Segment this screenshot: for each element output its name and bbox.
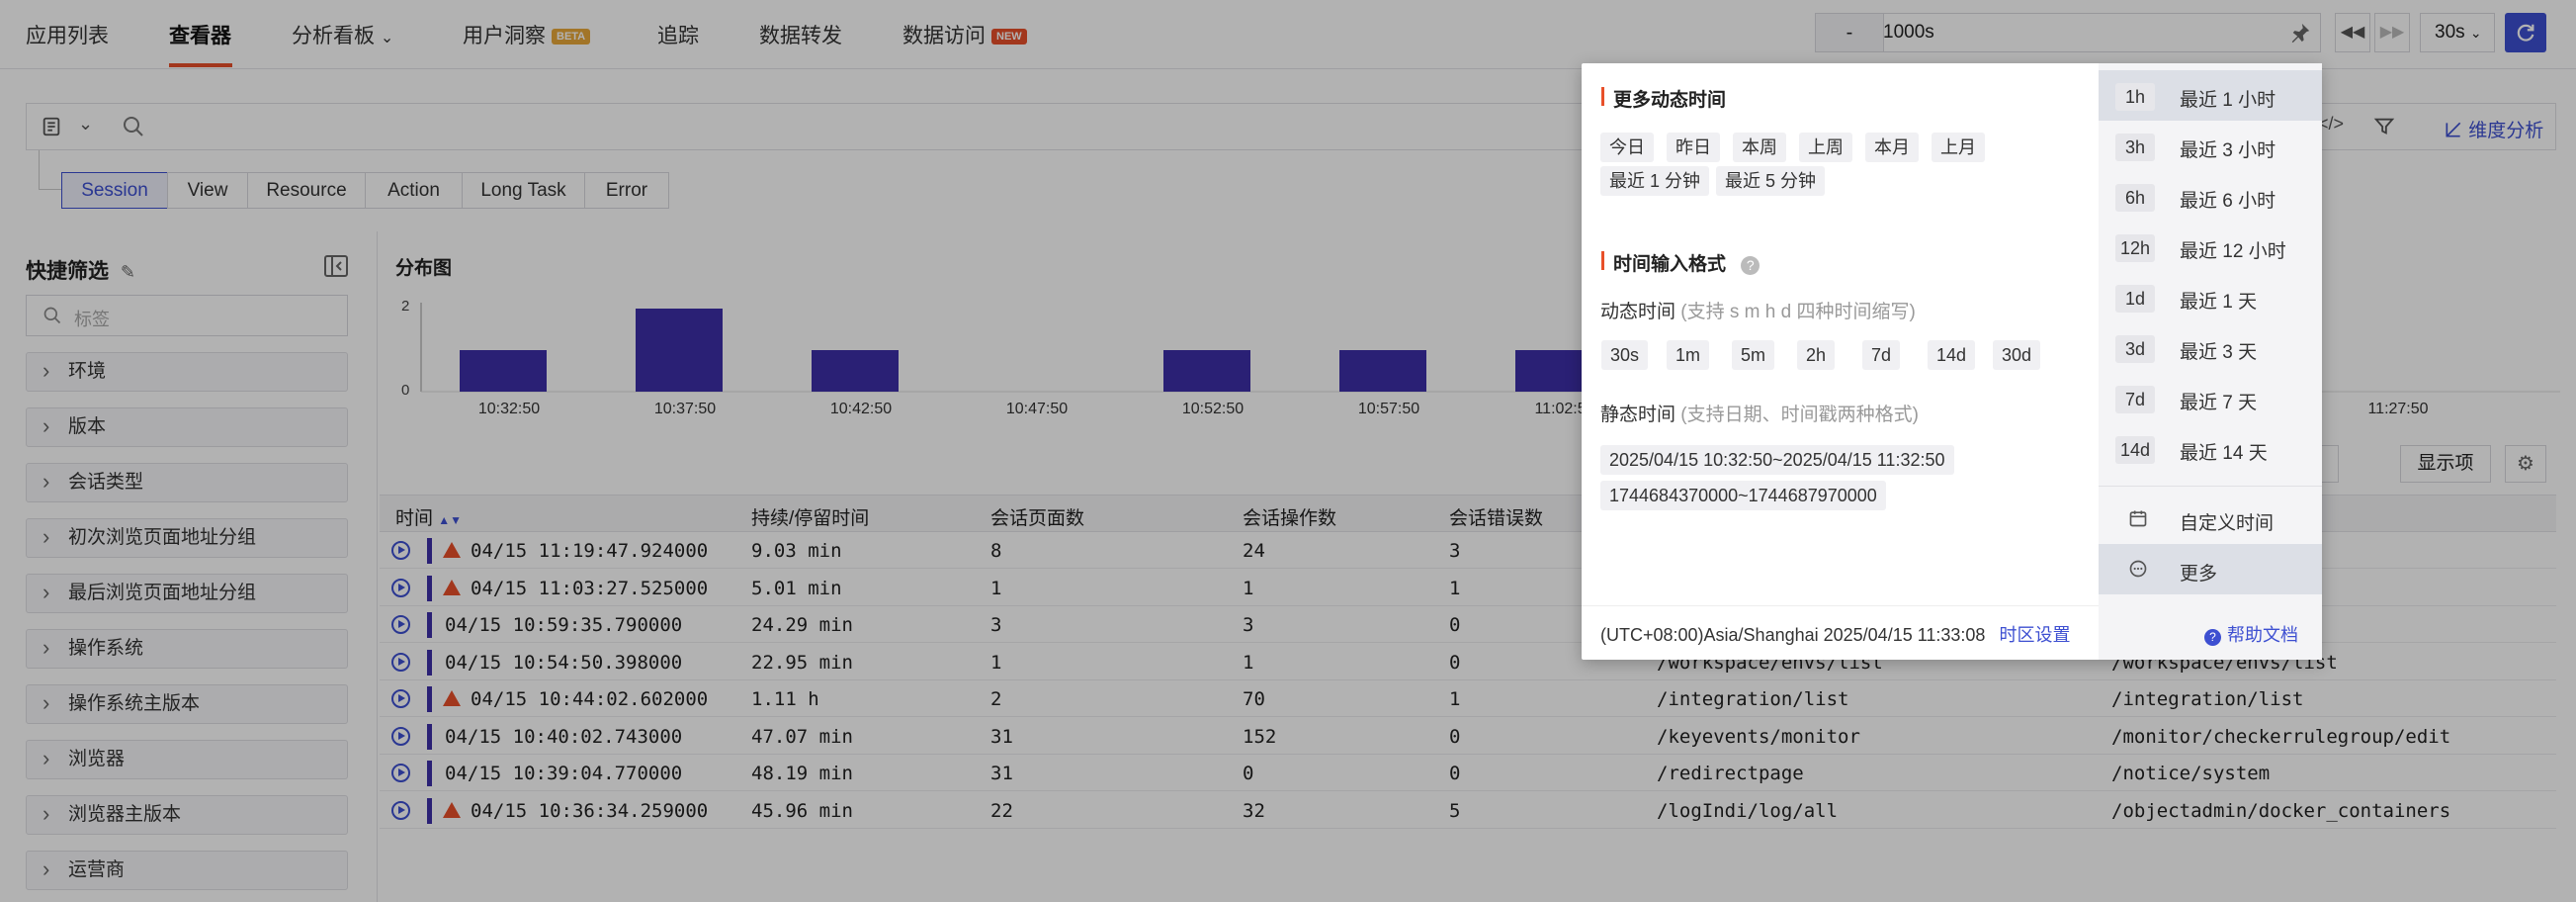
- custom-time-label: 自定义时间: [2180, 513, 2275, 534]
- timezone-settings-link[interactable]: 时区设置: [1999, 625, 2070, 645]
- range-key: 1d: [2115, 285, 2155, 313]
- dynamic-example-chip[interactable]: 7d: [1862, 340, 1901, 370]
- quick-range-option[interactable]: 6h 最近 6 小时: [2099, 171, 2322, 222]
- quick-range-option[interactable]: 14d 最近 14 天: [2099, 423, 2322, 474]
- dynamic-example-chip[interactable]: 2h: [1797, 340, 1836, 370]
- dynamic-time-section-title: 更多动态时间: [1601, 85, 1726, 112]
- range-label: 最近 6 小时: [2180, 191, 2276, 212]
- dynamic-time-chip[interactable]: 上月: [1932, 133, 1985, 162]
- dynamic-time-chip[interactable]: 今日: [1600, 133, 1654, 162]
- quick-range-option[interactable]: 1h 最近 1 小时: [2099, 70, 2322, 121]
- range-key: 12h: [2115, 234, 2155, 262]
- range-label: 最近 12 小时: [2180, 241, 2286, 262]
- range-label: 最近 3 小时: [2180, 140, 2276, 161]
- label-text: 静态时间: [1600, 405, 1676, 425]
- timezone-info: (UTC+08:00)Asia/Shanghai 2025/04/15 11:3…: [1600, 621, 2070, 647]
- format-section-title: 时间输入格式 ?: [1601, 249, 1760, 276]
- range-key: 1h: [2115, 83, 2155, 111]
- dynamic-example-chip[interactable]: 1m: [1667, 340, 1710, 370]
- help-icon: ?: [2204, 629, 2221, 646]
- dynamic-time-chip[interactable]: 最近 5 分钟: [1716, 166, 1826, 196]
- quick-range-option[interactable]: 3d 最近 3 天: [2099, 322, 2322, 373]
- range-key: 14d: [2115, 436, 2155, 464]
- dynamic-example-chip[interactable]: 30d: [1993, 340, 2041, 370]
- dynamic-time-chip[interactable]: 最近 1 分钟: [1600, 166, 1710, 196]
- calendar-icon: [2129, 510, 2147, 527]
- static-example-timestamp[interactable]: 1744684370000~1744687970000: [1600, 481, 1886, 510]
- format-title-text: 时间输入格式: [1613, 254, 1727, 275]
- dynamic-time-chip[interactable]: 本月: [1865, 133, 1919, 162]
- static-example-range[interactable]: 2025/04/15 10:32:50~2025/04/15 11:32:50: [1600, 445, 1954, 475]
- dynamic-time-chip[interactable]: 昨日: [1667, 133, 1720, 162]
- dynamic-example-chip[interactable]: 14d: [1928, 340, 1976, 370]
- range-label: 最近 14 天: [2180, 443, 2268, 464]
- quick-range-option[interactable]: 3h 最近 3 小时: [2099, 121, 2322, 171]
- dynamic-time-chip[interactable]: 上周: [1799, 133, 1852, 162]
- range-key: 7d: [2115, 386, 2155, 413]
- dynamic-example-chip[interactable]: 5m: [1732, 340, 1775, 370]
- range-label: 最近 3 天: [2180, 342, 2258, 363]
- more-icon: [2129, 560, 2147, 578]
- range-label: 最近 1 小时: [2180, 90, 2276, 111]
- label-hint: (支持 s m h d 四种时间缩写): [1680, 302, 1916, 322]
- range-key: 3d: [2115, 335, 2155, 363]
- static-format-label: 静态时间 (支持日期、时间戳两种格式): [1600, 400, 1919, 426]
- range-label: 最近 1 天: [2180, 292, 2258, 313]
- dynamic-example-chip[interactable]: 30s: [1601, 340, 1649, 370]
- popup-divider: [1582, 605, 2099, 606]
- dynamic-time-chip[interactable]: 本周: [1733, 133, 1786, 162]
- range-divider: [2099, 486, 2322, 487]
- more-label: 更多: [2180, 564, 2218, 585]
- quick-range-option[interactable]: 12h 最近 12 小时: [2099, 222, 2322, 272]
- quick-range-option[interactable]: 1d 最近 1 天: [2099, 272, 2322, 322]
- range-key: 3h: [2115, 134, 2155, 161]
- timezone-text: (UTC+08:00)Asia/Shanghai 2025/04/15 11:3…: [1600, 625, 1986, 645]
- help-icon[interactable]: ?: [1741, 256, 1760, 275]
- custom-time-option[interactable]: 自定义时间: [2099, 494, 2322, 544]
- quick-range-option[interactable]: 7d 最近 7 天: [2099, 373, 2322, 423]
- help-docs-label: 帮助文档: [2227, 625, 2298, 645]
- range-label: 最近 7 天: [2180, 393, 2258, 413]
- label-hint: (支持日期、时间戳两种格式): [1680, 405, 1919, 425]
- help-docs-link[interactable]: ? 帮助文档: [2204, 621, 2298, 647]
- more-option[interactable]: 更多: [2099, 544, 2322, 594]
- dynamic-format-label: 动态时间 (支持 s m h d 四种时间缩写): [1600, 297, 1916, 323]
- range-key: 6h: [2115, 184, 2155, 212]
- label-text: 动态时间: [1600, 302, 1676, 322]
